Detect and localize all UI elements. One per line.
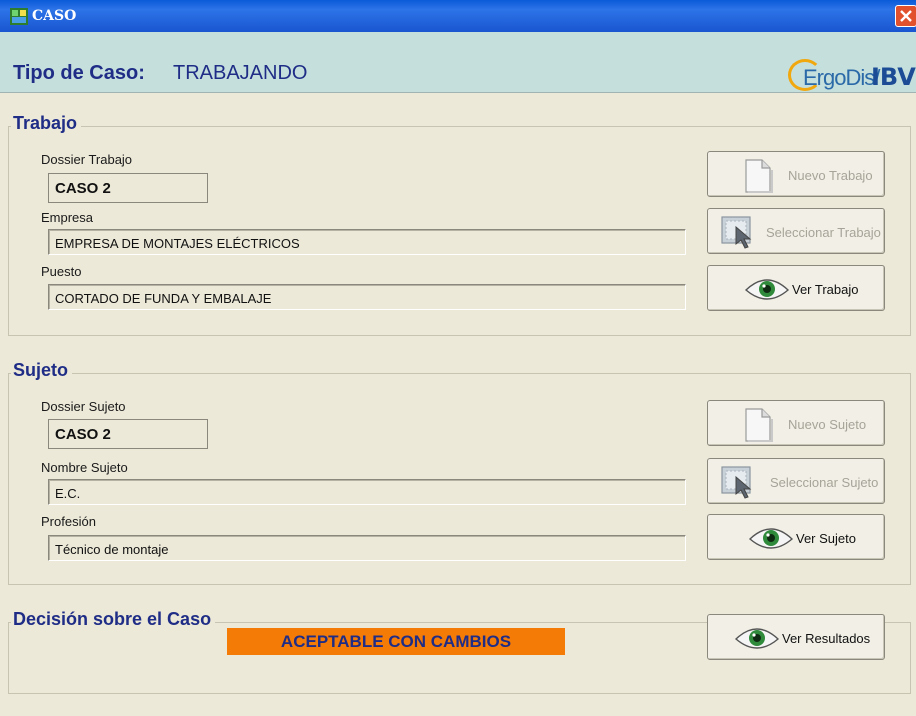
new-document-icon xyxy=(745,408,773,442)
nuevo-trabajo-label: Nuevo Trabajo xyxy=(788,168,873,183)
eye-icon xyxy=(744,279,790,300)
ergodis-ibv-logo: ErgoDis/ IBV xyxy=(785,58,916,92)
nuevo-sujeto-button[interactable]: Nuevo Sujeto xyxy=(707,400,885,446)
dossier-trabajo-label: Dossier Trabajo xyxy=(41,152,133,167)
ver-resultados-label: Ver Resultados xyxy=(782,631,871,646)
app-icon xyxy=(10,8,28,25)
trabajo-legend: Trabajo xyxy=(11,113,82,134)
sujeto-legend: Sujeto xyxy=(11,360,73,381)
close-button[interactable] xyxy=(895,5,916,27)
empresa-label: Empresa xyxy=(41,210,94,225)
ver-sujeto-label: Ver Sujeto xyxy=(796,531,856,546)
select-cursor-icon xyxy=(721,466,752,499)
ver-resultados-button[interactable]: Ver Resultados xyxy=(707,614,885,660)
nombre-sujeto-field[interactable]: E.C. xyxy=(48,479,686,505)
logo-ibv-text: IBV xyxy=(871,63,916,91)
decision-result-badge: ACEPTABLE CON CAMBIOS xyxy=(227,628,565,655)
dossier-sujeto-label: Dossier Sujeto xyxy=(41,399,126,414)
case-type-label: Tipo de Caso: xyxy=(13,62,145,84)
ver-sujeto-button[interactable]: Ver Sujeto xyxy=(707,514,885,560)
puesto-field[interactable]: CORTADO DE FUNDA Y EMBALAJE xyxy=(48,284,686,310)
seleccionar-trabajo-label: Seleccionar Trabajo xyxy=(766,225,881,240)
title-bar: CASO xyxy=(0,0,916,32)
case-header: Tipo de Caso: TRABAJANDO xyxy=(0,32,916,93)
puesto-label: Puesto xyxy=(41,264,82,279)
ver-trabajo-button[interactable]: Ver Trabajo xyxy=(707,265,885,311)
ver-trabajo-label: Ver Trabajo xyxy=(792,282,859,297)
seleccionar-trabajo-button[interactable]: Seleccionar Trabajo xyxy=(707,208,885,254)
dossier-trabajo-field: CASO 2 xyxy=(48,173,208,203)
profesion-field[interactable]: Técnico de montaje xyxy=(48,535,686,561)
close-icon xyxy=(900,10,912,22)
empresa-field[interactable]: EMPRESA DE MONTAJES ELÉCTRICOS xyxy=(48,229,686,255)
eye-icon xyxy=(748,528,794,549)
case-type-value: TRABAJANDO xyxy=(173,62,308,84)
select-cursor-icon xyxy=(721,216,752,249)
window-title: CASO xyxy=(32,8,77,24)
decision-legend: Decisión sobre el Caso xyxy=(11,609,216,630)
nombre-sujeto-label: Nombre Sujeto xyxy=(41,460,128,475)
dossier-sujeto-field: CASO 2 xyxy=(48,419,208,449)
seleccionar-sujeto-label: Seleccionar Sujeto xyxy=(770,475,879,490)
nuevo-trabajo-button[interactable]: Nuevo Trabajo xyxy=(707,151,885,197)
new-document-icon xyxy=(745,159,773,193)
profesion-label: Profesión xyxy=(41,514,96,529)
eye-icon xyxy=(734,628,780,649)
seleccionar-sujeto-button[interactable]: Seleccionar Sujeto xyxy=(707,458,885,504)
logo-ergodis-text: ErgoDis/ xyxy=(803,65,880,90)
nuevo-sujeto-label: Nuevo Sujeto xyxy=(788,417,867,432)
